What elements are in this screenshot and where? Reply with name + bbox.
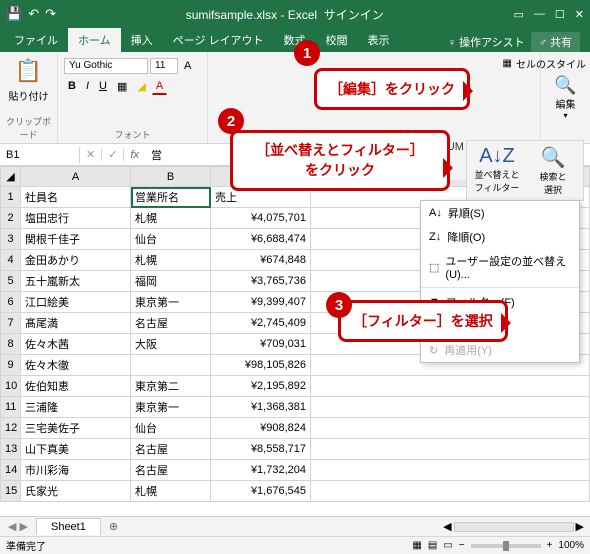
enter-icon[interactable]: ✓ [102,148,124,161]
menu-sort-asc[interactable]: A↓昇順(S) [421,201,579,225]
menu-sort-desc[interactable]: Z↓降順(O) [421,225,579,249]
sheet-tab-sheet1[interactable]: Sheet1 [36,518,101,535]
find-icon: 🔍 [554,75,576,96]
view-normal-icon[interactable]: ▦ [412,540,421,551]
maximize-icon[interactable]: ☐ [555,8,565,21]
minimize-icon[interactable]: — [534,8,545,21]
sort-filter-panel: A↓Z 並べ替えと フィルター 🔍 検索と 選択 [466,140,584,201]
undo-icon[interactable]: ↶ [28,6,39,22]
title-bar: 💾 ↶ ↷ sumifsample.xlsx - Excel サインイン ▭ —… [0,0,590,28]
status-bar: 準備完了 ▦ ▤ ▭ − + 100% [0,536,590,554]
bold-button[interactable]: B [64,78,80,95]
tab-view[interactable]: 表示 [358,28,400,52]
zoom-slider[interactable] [471,544,541,548]
name-box[interactable]: B1 [0,147,80,163]
paste-icon[interactable]: 📋 [15,58,42,84]
sort-filter-button[interactable]: A↓Z 並べ替えと フィルター [471,145,523,196]
fx-icon[interactable]: fx [124,149,145,161]
col-header-A[interactable]: A [21,167,131,187]
cell[interactable]: 社員名 [21,187,131,208]
italic-button[interactable]: I [82,78,93,95]
share-button[interactable]: ♂ 共有 [531,32,580,52]
signin-link[interactable]: サインイン [324,8,384,22]
tab-file[interactable]: ファイル [4,28,68,52]
tell-me[interactable]: ♀ 操作アシスト [448,34,525,50]
zoom-level[interactable]: 100% [558,540,584,551]
underline-button[interactable]: U [95,78,111,95]
reapply-icon: ↻ [429,344,438,357]
select-all-corner[interactable]: ◢ [1,167,21,187]
clipboard-label: クリップボード [6,113,51,141]
save-icon[interactable]: 💾 [6,6,22,22]
menu-custom-sort[interactable]: ⬚ユーザー設定の並べ替え(U)... [421,249,579,285]
row-header[interactable]: 1 [1,187,21,208]
tab-home[interactable]: ホーム [68,28,121,52]
border-icon[interactable]: ▦ [113,78,131,95]
annotation-number-1: 1 [294,40,320,66]
tab-insert[interactable]: 挿入 [121,28,163,52]
window-title: sumifsample.xlsx - Excel [186,8,317,22]
status-ready: 準備完了 [6,538,46,553]
font-size-select[interactable]: 11 [150,58,178,74]
find-select-button[interactable]: 🔍 検索と 選択 [527,145,579,196]
cancel-icon[interactable]: ✕ [80,148,102,161]
tab-review[interactable]: 校閲 [316,28,358,52]
scroll-left-icon[interactable]: ◀ [443,520,451,533]
annotation-number-2: 2 [218,108,244,134]
sheet-nav-icon[interactable]: ◀ ▶ [0,520,36,533]
sort-asc-icon: A↓ [429,207,442,219]
edit-label: 編集 [556,96,576,111]
view-pagebreak-icon[interactable]: ▭ [443,540,452,551]
ribbon-options-icon[interactable]: ▭ [514,8,524,21]
fill-color-icon[interactable]: ◢ [133,78,149,95]
view-pagelayout-icon[interactable]: ▤ [428,540,437,551]
sort-desc-icon: Z↓ [429,231,441,243]
grow-font-icon[interactable]: A [180,58,195,74]
callout-1: ［編集］をクリック [314,68,470,110]
paste-button[interactable]: 貼り付け [9,88,49,103]
font-label: フォント [64,126,201,141]
col-header-B[interactable]: B [131,167,211,187]
font-color-icon[interactable]: A [152,78,167,95]
annotation-number-3: 3 [326,292,352,318]
cell-selected[interactable]: 営業所名 [131,187,211,208]
tab-pagelayout[interactable]: ページ レイアウト [163,28,274,52]
close-icon[interactable]: ✕ [575,8,584,21]
scroll-right-icon[interactable]: ▶ [576,520,584,533]
zoom-in-icon[interactable]: + [547,540,553,551]
custom-sort-icon: ⬚ [429,261,439,274]
hscroll-track[interactable] [454,522,574,532]
callout-2: ［並べ替えとフィルター］をクリック [230,130,450,191]
redo-icon[interactable]: ↷ [45,6,56,22]
zoom-out-icon[interactable]: − [459,540,465,551]
cell-styles-button[interactable]: ▦ セルのスタイル [503,56,586,71]
sort-az-icon: A↓Z [479,145,515,168]
magnifier-icon: 🔍 [541,145,566,170]
new-sheet-icon[interactable]: ⊕ [101,520,126,533]
font-name-select[interactable]: Yu Gothic [64,58,148,74]
sheet-tab-bar: ◀ ▶ Sheet1 ⊕ ◀ ▶ [0,516,590,536]
callout-3: ［フィルター］を選択 [338,300,508,342]
